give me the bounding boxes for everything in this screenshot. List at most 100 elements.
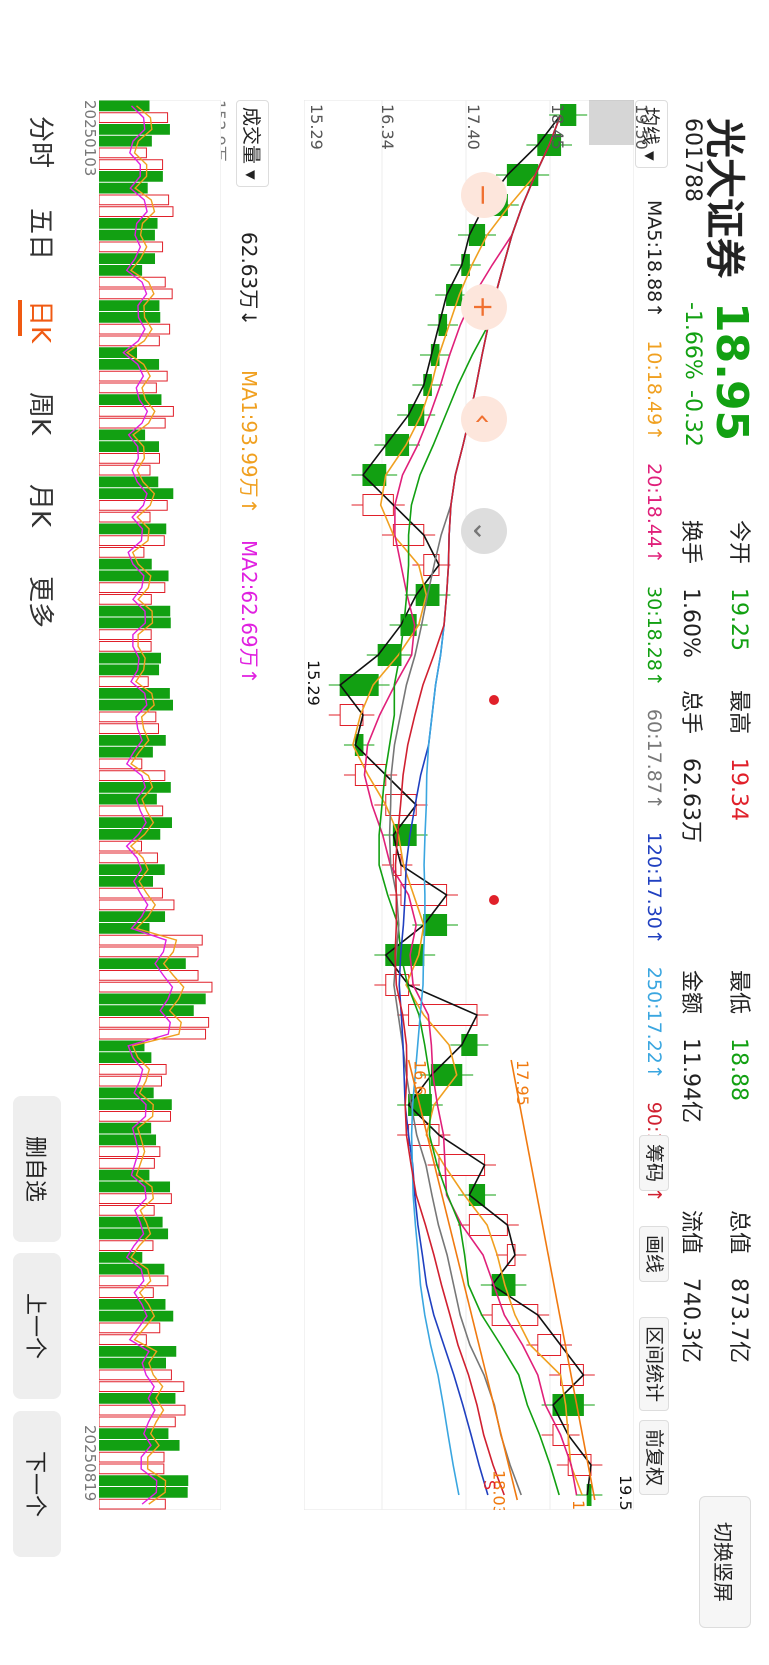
volume-bar bbox=[99, 829, 161, 840]
volume-bar bbox=[99, 699, 174, 711]
volume-bar bbox=[99, 864, 165, 875]
side-button-1[interactable]: 删自选 bbox=[13, 1096, 61, 1242]
ma-value: 250:17.22↑ bbox=[643, 966, 665, 1080]
volume-bar bbox=[99, 1017, 210, 1028]
chevron-down-icon: ▾ bbox=[240, 170, 262, 180]
volume-bar bbox=[99, 1205, 155, 1216]
volume-bar bbox=[99, 1134, 157, 1146]
volume-bar bbox=[99, 1064, 167, 1075]
volume-bar bbox=[99, 558, 152, 570]
volume-bar bbox=[99, 570, 169, 582]
event-dot[interactable] bbox=[489, 695, 499, 705]
volume-bar bbox=[99, 970, 199, 981]
volume-bar bbox=[99, 1181, 171, 1193]
stat-item: 换手 1.60% bbox=[677, 520, 709, 658]
ma-values-bar: MA5:18.88↑ 10:18.49↑ 20:18.44↑ 30:18.28↑ 60:… bbox=[643, 200, 665, 1225]
volume-bar bbox=[99, 1216, 163, 1228]
volume-bar bbox=[99, 817, 172, 828]
volume-bar bbox=[99, 1346, 177, 1357]
stats-grid: 今开 19.25 最高 19.34 最低 18.88 总值 873.7亿 换手 1.60% 总手 62… bbox=[667, 520, 757, 1610]
scroll-left-button[interactable]: ‹ bbox=[461, 396, 507, 442]
volume-bar bbox=[99, 194, 170, 206]
tab-4[interactable]: 周K bbox=[24, 392, 61, 435]
volume-bar bbox=[99, 1240, 154, 1251]
stock-price: 18.95 bbox=[706, 302, 757, 442]
ma-value: 20:18.44↑ bbox=[643, 463, 665, 565]
volume-bar bbox=[99, 218, 158, 229]
stat-label: 今开 bbox=[726, 520, 751, 565]
volume-bar bbox=[99, 1005, 194, 1016]
volume-chart[interactable] bbox=[99, 100, 221, 1510]
side-button-3[interactable]: 下一个 bbox=[13, 1411, 61, 1557]
candle-body bbox=[408, 1124, 440, 1146]
volume-bar bbox=[99, 934, 203, 946]
volume-bar bbox=[99, 981, 213, 993]
tab-5[interactable]: 月K bbox=[24, 484, 61, 527]
stat-label: 最高 bbox=[726, 690, 751, 735]
volume-select[interactable]: 成交量 ▾ bbox=[236, 100, 269, 187]
right-button-2[interactable]: 画线 bbox=[639, 1226, 669, 1283]
stock-name: 光大证券 bbox=[701, 118, 747, 278]
stat-value: 19.34 bbox=[726, 758, 751, 821]
volume-bar bbox=[99, 1393, 176, 1404]
volume-end-date: 20250819 bbox=[81, 1425, 99, 1502]
volume-bar bbox=[99, 1404, 186, 1416]
volume-bar bbox=[99, 899, 175, 911]
volume-bar bbox=[99, 1028, 207, 1040]
volume-bar bbox=[99, 229, 155, 241]
side-button-2[interactable]: 上一个 bbox=[13, 1253, 61, 1399]
volume-bar bbox=[99, 1146, 161, 1157]
volume-bar bbox=[99, 1463, 165, 1475]
candle-body bbox=[339, 704, 364, 726]
stat-label: 流值 bbox=[678, 1210, 703, 1255]
volume-bar bbox=[99, 1369, 172, 1381]
volume-bar bbox=[99, 135, 152, 147]
volume-bar bbox=[99, 1322, 161, 1334]
right-button-1[interactable]: 筹码 bbox=[639, 1135, 669, 1192]
volume-bar bbox=[99, 1310, 174, 1322]
volume-bar bbox=[99, 206, 174, 217]
tab-1[interactable]: 分时 bbox=[24, 116, 61, 168]
high-price-label: 19.50 bbox=[616, 1475, 634, 1510]
volume-bar bbox=[99, 1475, 189, 1486]
stat-value: 873.7亿 bbox=[726, 1278, 751, 1363]
stat-value: 19.25 bbox=[726, 588, 751, 651]
volume-bar bbox=[99, 617, 171, 629]
event-dot[interactable] bbox=[489, 895, 499, 905]
right-button-4[interactable]: 前复权 bbox=[639, 1420, 669, 1496]
volume-bar bbox=[99, 1287, 154, 1298]
change-value: -0.32 bbox=[680, 390, 705, 447]
collapse-button[interactable]: ⌄ bbox=[461, 508, 507, 554]
volume-bar bbox=[99, 746, 153, 758]
volume-bar bbox=[99, 793, 157, 805]
volume-bar bbox=[99, 605, 171, 617]
zoom-in-button[interactable]: + bbox=[461, 284, 507, 330]
ma-value: 120:17.30↑ bbox=[643, 831, 665, 945]
zoom-out-button[interactable]: − bbox=[461, 172, 507, 218]
ma-value: 60:17.87↑ bbox=[643, 708, 665, 810]
kline-screen: 光大证券 601788 18.95 -1.66% -0.32 今开 19.25 最高… bbox=[0, 0, 769, 1665]
tab-2[interactable]: 五日 bbox=[24, 208, 61, 260]
tab-6[interactable]: 更多 bbox=[24, 576, 61, 628]
candle-body bbox=[423, 914, 448, 936]
stat-label: 金额 bbox=[678, 970, 703, 1015]
volume-select-label: 成交量 bbox=[240, 107, 262, 165]
volume-bar bbox=[99, 782, 171, 793]
volume-ma2: MA2:62.69万↑ bbox=[237, 540, 261, 685]
stat-item: 流值 740.3亿 bbox=[677, 1210, 709, 1363]
switch-portrait-button[interactable]: 切换竖屏 bbox=[699, 1496, 751, 1628]
candle-body bbox=[537, 1334, 562, 1356]
volume-bar bbox=[99, 288, 173, 300]
volume-bar bbox=[99, 464, 151, 476]
volume-bar bbox=[99, 1158, 155, 1169]
volume-bar bbox=[99, 382, 157, 394]
volume-bar bbox=[99, 1451, 165, 1463]
right-button-3[interactable]: 区间统计 bbox=[639, 1317, 669, 1412]
tab-3[interactable]: 日K bbox=[18, 300, 61, 343]
ray-label: 17.95 bbox=[513, 1060, 532, 1106]
candle-body bbox=[468, 1214, 508, 1236]
volume-bar bbox=[99, 1099, 172, 1110]
ma-value: 30:18.28↑ bbox=[643, 586, 665, 687]
candle-body bbox=[468, 1184, 486, 1206]
ma-value: 10:18.49↑ bbox=[643, 340, 665, 442]
